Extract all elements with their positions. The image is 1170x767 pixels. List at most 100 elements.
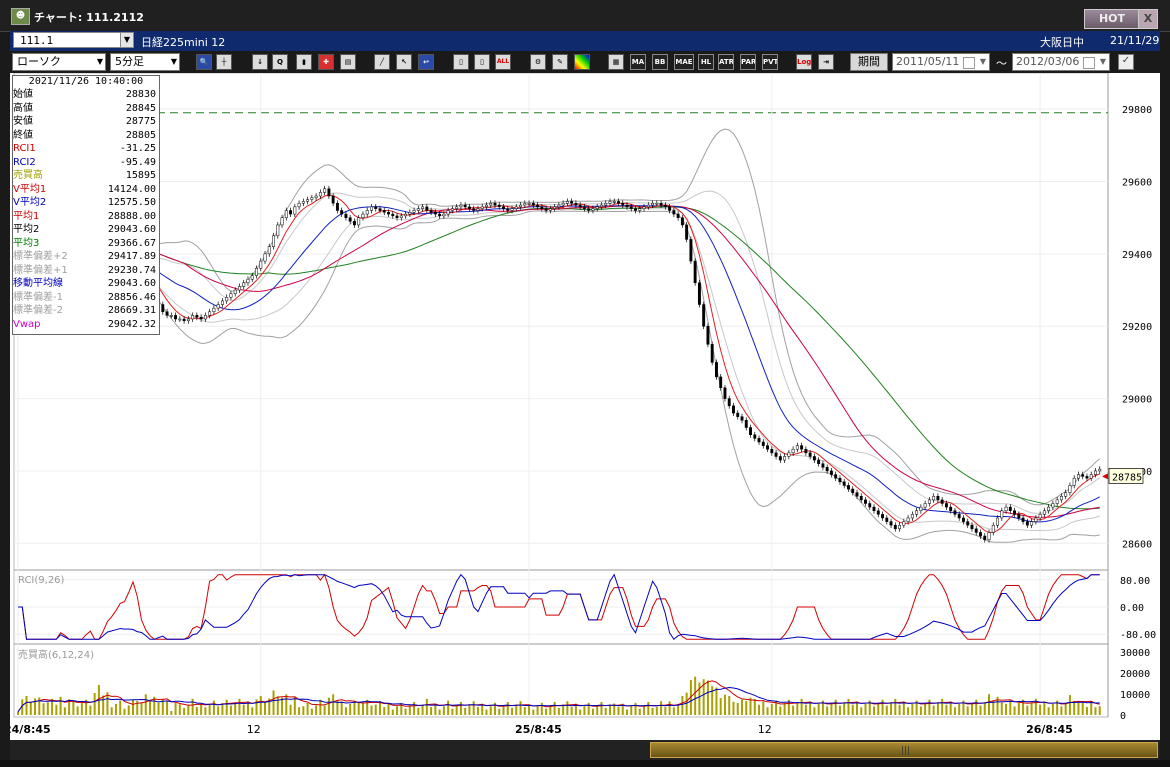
time-tick-label: 26/8:45: [1026, 723, 1073, 736]
download-icon[interactable]: ↓: [252, 54, 268, 70]
para-button[interactable]: PARA: [740, 54, 756, 70]
color-icon[interactable]: [574, 54, 590, 70]
all-button[interactable]: ALL: [495, 54, 511, 70]
window-bottom-edge: [0, 760, 1170, 767]
candle-body: [178, 318, 182, 321]
volume-bar: [447, 700, 450, 715]
volume-bar: [536, 706, 539, 715]
candle-body: [646, 204, 650, 208]
hl-button[interactable]: HL: [698, 54, 714, 70]
candle-body: [795, 445, 799, 450]
atr-button[interactable]: ATR: [718, 54, 734, 70]
volume-bar: [1039, 704, 1042, 715]
candle-red-icon[interactable]: ▯: [453, 54, 469, 70]
candle-body: [817, 459, 821, 464]
candle-body: [949, 506, 953, 511]
volume-bar: [29, 701, 32, 715]
volume-bar: [200, 703, 203, 715]
pvt-button[interactable]: PVT: [762, 54, 778, 70]
text-icon[interactable]: ↩: [418, 54, 434, 70]
grid-icon[interactable]: ▦: [608, 54, 624, 70]
candle-body: [1017, 514, 1021, 519]
mae-button[interactable]: MAE: [674, 54, 694, 70]
candle-body: [761, 441, 765, 446]
time-tick-label: 12: [758, 723, 772, 736]
ma-short-line: [17, 192, 1100, 533]
volume-bar: [344, 707, 347, 715]
cursor-icon[interactable]: ↖: [396, 54, 412, 70]
candle-body: [749, 427, 752, 436]
candle-body: [1004, 506, 1008, 511]
check-icon[interactable]: ✓: [1118, 54, 1134, 70]
candle-icon[interactable]: ▮: [296, 54, 312, 70]
indicator-icon[interactable]: ✚: [318, 54, 334, 70]
volume-bar: [970, 703, 973, 715]
volume-bar: [421, 704, 424, 715]
volume-bar: [1043, 701, 1046, 715]
volume-bar: [366, 699, 369, 715]
close-button[interactable]: X: [1138, 9, 1158, 29]
date-from-field[interactable]: 2011/05/11 ▼: [892, 53, 990, 71]
volume-bar: [319, 699, 322, 715]
candle-body: [293, 206, 297, 215]
volume-tick-label: 10000: [1120, 690, 1150, 701]
info-value: 28845: [125, 102, 156, 114]
chart-type-select[interactable]: ローソク ▼: [12, 53, 106, 71]
volume-bar: [272, 690, 275, 715]
volume-bar: [408, 705, 411, 715]
volume-bar: [715, 687, 718, 715]
candle-body: [744, 420, 748, 428]
candle-body: [361, 213, 365, 218]
candle-body: [186, 318, 190, 322]
interval-select[interactable]: 5分足 ▼: [110, 53, 180, 71]
print-icon[interactable]: ▤: [340, 54, 356, 70]
crosshair-icon[interactable]: ┼: [216, 54, 232, 70]
volume-bar: [723, 694, 726, 715]
search-chart-icon[interactable]: Q: [272, 54, 288, 70]
candle-body: [676, 213, 680, 218]
volume-bar: [873, 706, 876, 715]
candle-body: [1034, 517, 1038, 522]
candle-body: [919, 506, 923, 511]
candle-body: [1081, 474, 1085, 477]
candle-body: [689, 239, 693, 262]
volume-bar: [562, 704, 565, 715]
info-value: 14124.00: [107, 183, 156, 195]
export-icon[interactable]: ⇥: [818, 54, 834, 70]
candle-blue-icon[interactable]: ▯: [474, 54, 490, 70]
calendar-icon[interactable]: [963, 57, 975, 69]
candle-body: [600, 204, 603, 208]
volume-bar: [694, 676, 697, 715]
eraser-icon[interactable]: ✎: [552, 54, 568, 70]
horizontal-scrollbar[interactable]: |||: [10, 740, 1160, 760]
hot-button[interactable]: HOT: [1084, 9, 1140, 29]
volume-bar: [315, 705, 318, 715]
volume-bar: [17, 711, 19, 715]
volume-bar: [1077, 702, 1080, 715]
symbol-select[interactable]: 111.1: [13, 32, 133, 48]
candle-body: [1025, 521, 1029, 526]
period-button[interactable]: 期間: [850, 53, 888, 71]
log-button[interactable]: Log: [796, 54, 812, 70]
calendar-icon[interactable]: [1083, 57, 1095, 69]
candle-body: [493, 202, 497, 206]
volume-bar: [361, 703, 364, 715]
chart-area[interactable]: 2980029600294002920029000288002860024/8:…: [10, 73, 1160, 740]
price-chart[interactable]: 2980029600294002920029000288002860024/8:…: [10, 73, 1160, 740]
gear-icon[interactable]: ⚙: [530, 54, 546, 70]
ma-button[interactable]: MA: [630, 54, 646, 70]
bb-button[interactable]: BB: [652, 54, 668, 70]
chevron-down-icon[interactable]: ▼: [120, 32, 134, 48]
scroll-thumb[interactable]: |||: [650, 742, 1158, 758]
candle-body: [259, 260, 263, 269]
volume-bar: [651, 707, 654, 715]
zoom-icon[interactable]: 🔍: [196, 54, 212, 70]
volume-bar: [374, 704, 377, 715]
candle-body: [238, 286, 241, 291]
volume-bar: [766, 707, 769, 715]
volume-bar: [779, 706, 782, 715]
chevron-down-icon: ▼: [1099, 57, 1106, 66]
draw-line-icon[interactable]: ╱: [374, 54, 390, 70]
candle-body: [727, 398, 731, 407]
date-to-field[interactable]: 2012/03/06 ▼: [1012, 53, 1110, 71]
